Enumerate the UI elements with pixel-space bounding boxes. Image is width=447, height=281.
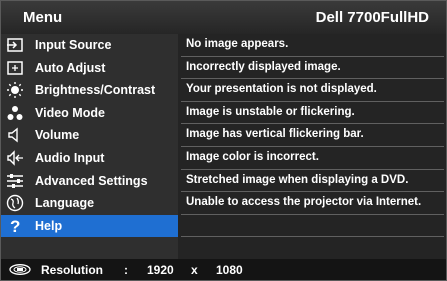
osd-menu: Menu Dell 7700FullHD Input Source Auto A… xyxy=(0,0,447,281)
menu-item-label: Auto Adjust xyxy=(35,60,106,75)
menu-item-audio-input[interactable]: Audio Input xyxy=(1,147,178,170)
advanced-settings-icon xyxy=(6,172,24,190)
menu-item-input-source[interactable]: Input Source xyxy=(1,34,178,57)
menu-title: Menu xyxy=(23,9,63,26)
menu-item-video-mode[interactable]: Video Mode xyxy=(1,102,178,125)
resolution-label: Resolution xyxy=(41,263,103,277)
help-option[interactable]: Your presentation is not displayed. xyxy=(181,79,444,102)
menu-item-help[interactable]: ? Help xyxy=(1,214,178,238)
help-option[interactable]: Image is unstable or flickering. xyxy=(181,102,444,125)
audio-input-icon xyxy=(6,149,24,167)
help-option[interactable]: Unable to access the projector via Inter… xyxy=(181,192,444,215)
help-option-text: Incorrectly displayed image. xyxy=(186,60,341,73)
svg-text:?: ? xyxy=(10,217,20,235)
menu-item-label: Brightness/Contrast xyxy=(35,83,156,98)
menu-item-brightness-contrast[interactable]: Brightness/Contrast xyxy=(1,79,178,102)
auto-adjust-icon xyxy=(6,59,24,77)
help-option-text: Image color is incorrect. xyxy=(186,151,319,163)
resolution-x: x xyxy=(191,263,198,277)
model-name: Dell 7700FullHD xyxy=(315,9,429,26)
menu-item-label: Audio Input xyxy=(35,151,105,165)
menu-item-advanced-settings[interactable]: Advanced Settings xyxy=(1,170,178,193)
resolution-icon xyxy=(9,264,31,275)
help-option-text: Your presentation is not displayed. xyxy=(186,83,377,96)
help-option[interactable]: Incorrectly displayed image. xyxy=(181,57,444,80)
help-option-text: Unable to access the projector via Inter… xyxy=(186,196,422,209)
help-option-text: Image has vertical flickering bar. xyxy=(186,128,364,141)
menu-item-label: Help xyxy=(35,218,63,233)
menu-item-auto-adjust[interactable]: Auto Adjust xyxy=(1,57,178,80)
help-option-text: Stretched image when displaying a DVD. xyxy=(186,173,409,186)
menu-list: Input Source Auto Adjust Brightness/Cont… xyxy=(1,34,178,259)
help-option[interactable]: No image appears. xyxy=(181,34,444,57)
help-option[interactable]: Image has vertical flickering bar. xyxy=(181,124,444,147)
video-mode-icon xyxy=(6,104,24,122)
help-option-empty xyxy=(181,237,444,260)
input-source-icon xyxy=(6,36,24,54)
resolution-height: 1080 xyxy=(216,263,243,277)
volume-icon xyxy=(6,126,24,144)
menu-item-label: Video Mode xyxy=(35,105,105,120)
help-option-text: Image is unstable or flickering. xyxy=(186,105,355,118)
language-icon xyxy=(6,194,24,212)
help-icon: ? xyxy=(6,217,24,235)
status-bar: Resolution : 1920 x 1080 xyxy=(1,259,446,280)
help-option-text: No image appears. xyxy=(186,38,289,50)
help-option[interactable]: Stretched image when displaying a DVD. xyxy=(181,170,444,193)
help-option-empty xyxy=(181,215,444,238)
menu-item-label: Advanced Settings xyxy=(35,173,148,188)
menu-item-language[interactable]: Language xyxy=(1,192,178,215)
menu-header: Menu Dell 7700FullHD xyxy=(1,1,446,34)
brightness-icon xyxy=(6,81,24,99)
menu-item-label: Language xyxy=(35,196,95,211)
resolution-width: 1920 xyxy=(147,263,174,277)
help-option[interactable]: Image color is incorrect. xyxy=(181,147,444,170)
menu-item-volume[interactable]: Volume xyxy=(1,124,178,147)
menu-item-label: Input Source xyxy=(35,38,112,52)
resolution-separator: : xyxy=(124,263,128,277)
menu-item-label: Volume xyxy=(35,128,80,143)
help-options-panel: No image appears. Incorrectly displayed … xyxy=(178,34,446,259)
